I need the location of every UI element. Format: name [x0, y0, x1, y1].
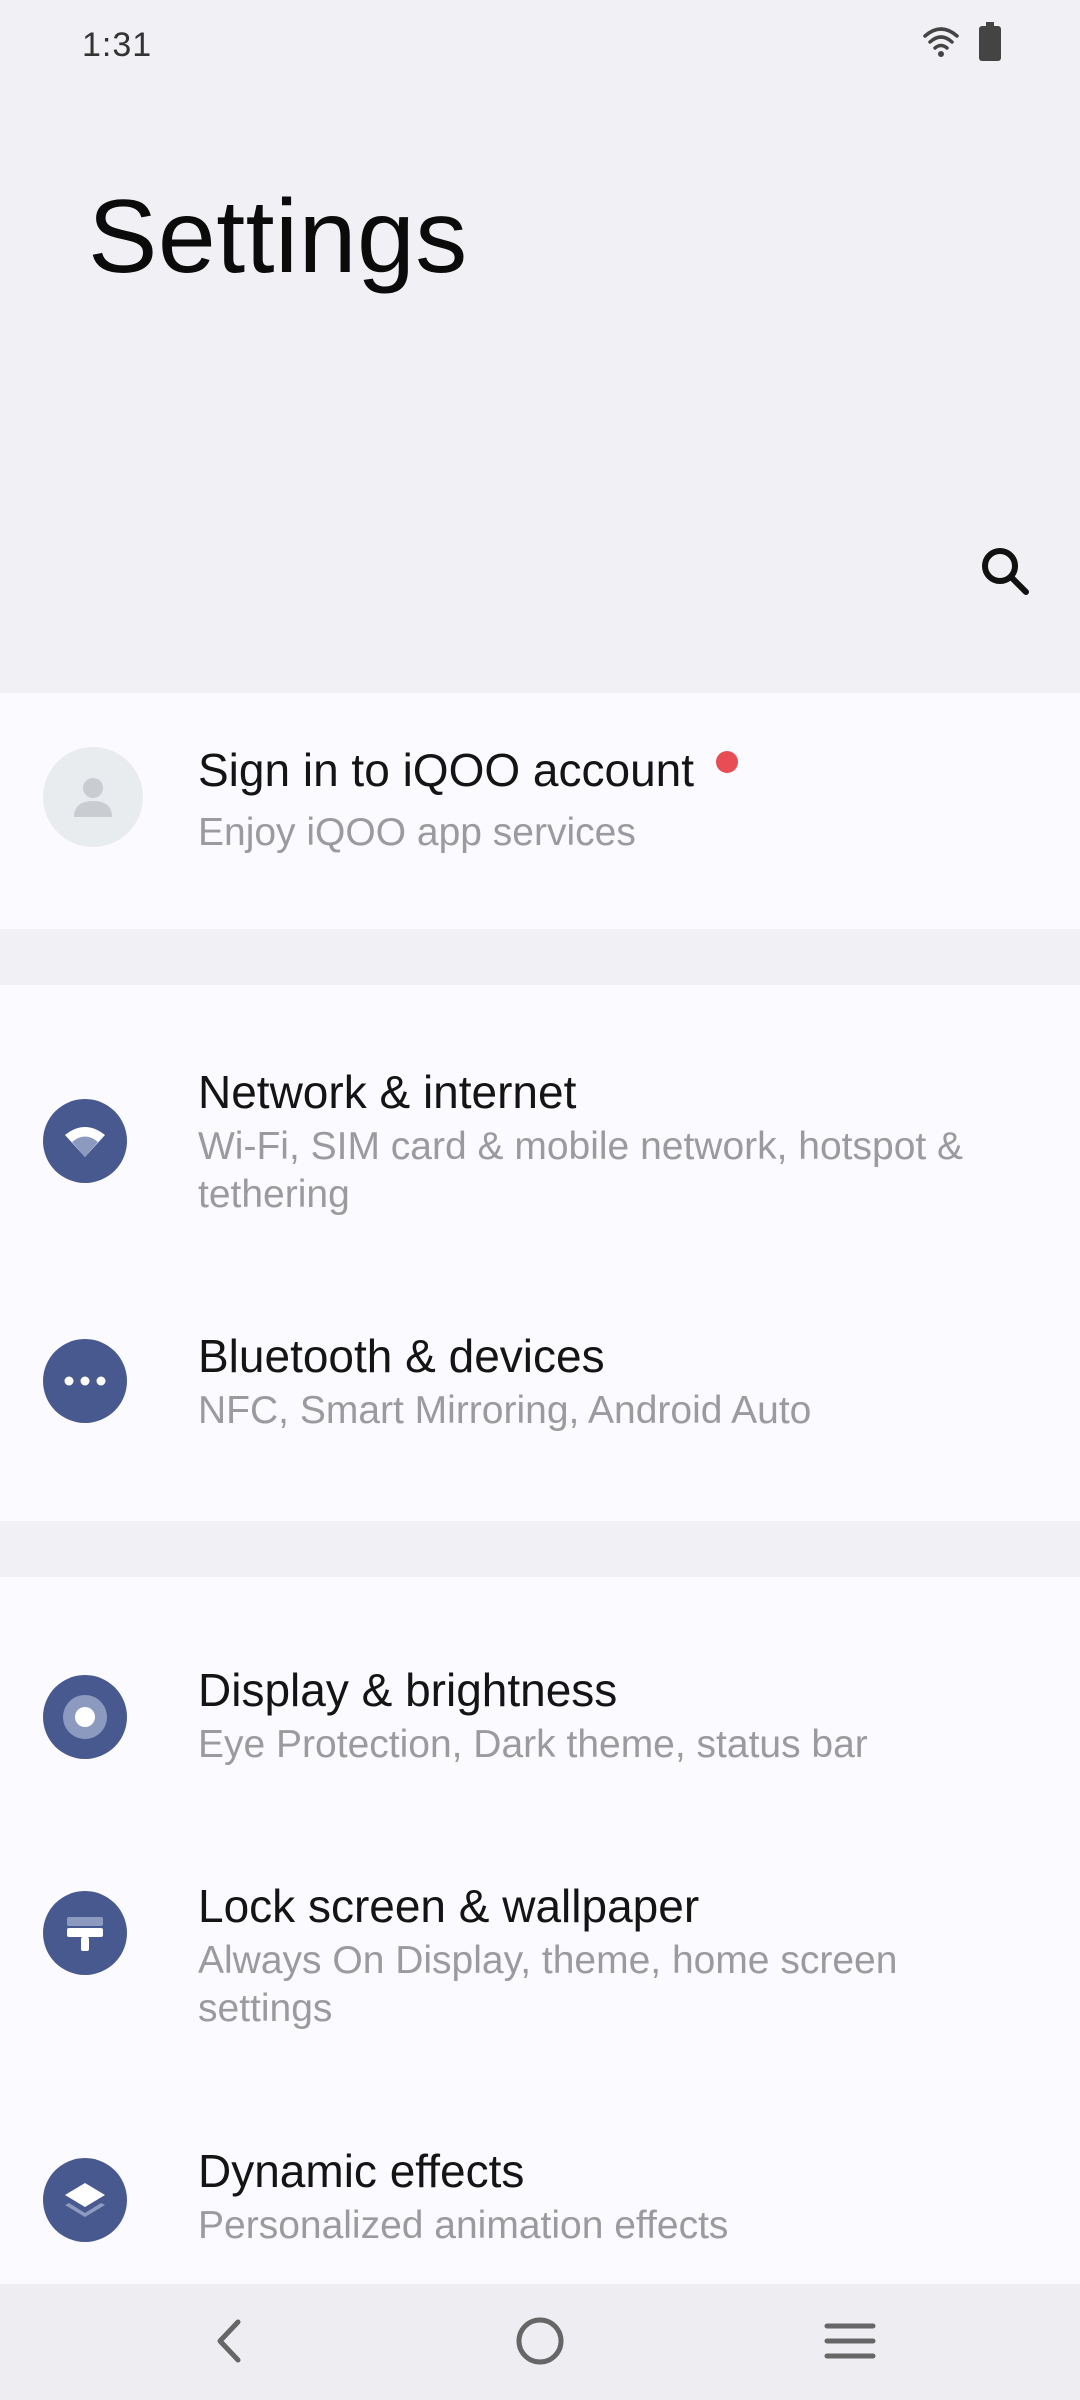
recents-button[interactable] — [815, 2308, 885, 2378]
wifi-icon — [922, 25, 960, 64]
settings-item-subtitle: Always On Display, theme, home screen se… — [198, 1939, 898, 2030]
status-bar: 1:31 — [0, 0, 1080, 90]
notification-dot — [716, 750, 739, 773]
settings-item-subtitle: Personalized animation effects — [198, 2204, 729, 2247]
settings-item-display[interactable]: Display & brightness Eye Protection, Dar… — [0, 1577, 1080, 1775]
settings-item-title: Bluetooth & devices — [198, 1330, 605, 1382]
status-time: 1:31 — [82, 26, 153, 64]
settings-item-title: Lock screen & wallpaper — [198, 1880, 700, 1932]
home-icon — [513, 2314, 567, 2373]
battery-icon — [978, 22, 1002, 67]
settings-item-subtitle: Wi-Fi, SIM card & mobile network, hotspo… — [198, 1125, 964, 1216]
account-row[interactable]: Sign in to iQOO account Enjoy iQOO app s… — [0, 693, 1080, 929]
search-icon — [978, 544, 1032, 603]
settings-item-dynamic-effects[interactable]: Dynamic effects Personalized animation e… — [0, 2040, 1080, 2284]
home-button[interactable] — [505, 2308, 575, 2378]
account-title: Sign in to iQOO account — [198, 744, 695, 796]
wifi-icon — [43, 1099, 127, 1183]
settings-item-subtitle: Eye Protection, Dark theme, status bar — [198, 1723, 868, 1766]
navigation-bar — [0, 2284, 1080, 2400]
display-section: Display & brightness Eye Protection, Dar… — [0, 1577, 1080, 2284]
page-title: Settings — [88, 179, 468, 295]
search-button[interactable] — [970, 538, 1040, 608]
more-dots-icon — [43, 1339, 127, 1423]
settings-item-title: Network & internet — [198, 1066, 577, 1118]
layers-icon — [43, 2158, 127, 2242]
settings-item-network[interactable]: Network & internet Wi-Fi, SIM card & mob… — [0, 985, 1080, 1260]
connectivity-section: Network & internet Wi-Fi, SIM card & mob… — [0, 985, 1080, 1521]
avatar — [43, 747, 143, 847]
settings-item-title: Display & brightness — [198, 1664, 618, 1716]
back-icon — [208, 2316, 248, 2371]
settings-item-lockscreen[interactable]: Lock screen & wallpaper Always On Displa… — [0, 1775, 1080, 2040]
account-section: Sign in to iQOO account Enjoy iQOO app s… — [0, 693, 1080, 929]
account-subtitle: Enjoy iQOO app services — [198, 811, 636, 854]
wallpaper-icon — [43, 1891, 127, 1975]
settings-item-bluetooth[interactable]: Bluetooth & devices NFC, Smart Mirroring… — [0, 1260, 1080, 1521]
settings-item-title: Dynamic effects — [198, 2145, 525, 2197]
brightness-icon — [43, 1675, 127, 1759]
menu-icon — [824, 2319, 876, 2368]
status-icons — [922, 22, 1002, 67]
back-button[interactable] — [193, 2308, 263, 2378]
account-title-wrap: Sign in to iQOO account — [198, 743, 739, 797]
settings-item-subtitle: NFC, Smart Mirroring, Android Auto — [198, 1389, 812, 1432]
